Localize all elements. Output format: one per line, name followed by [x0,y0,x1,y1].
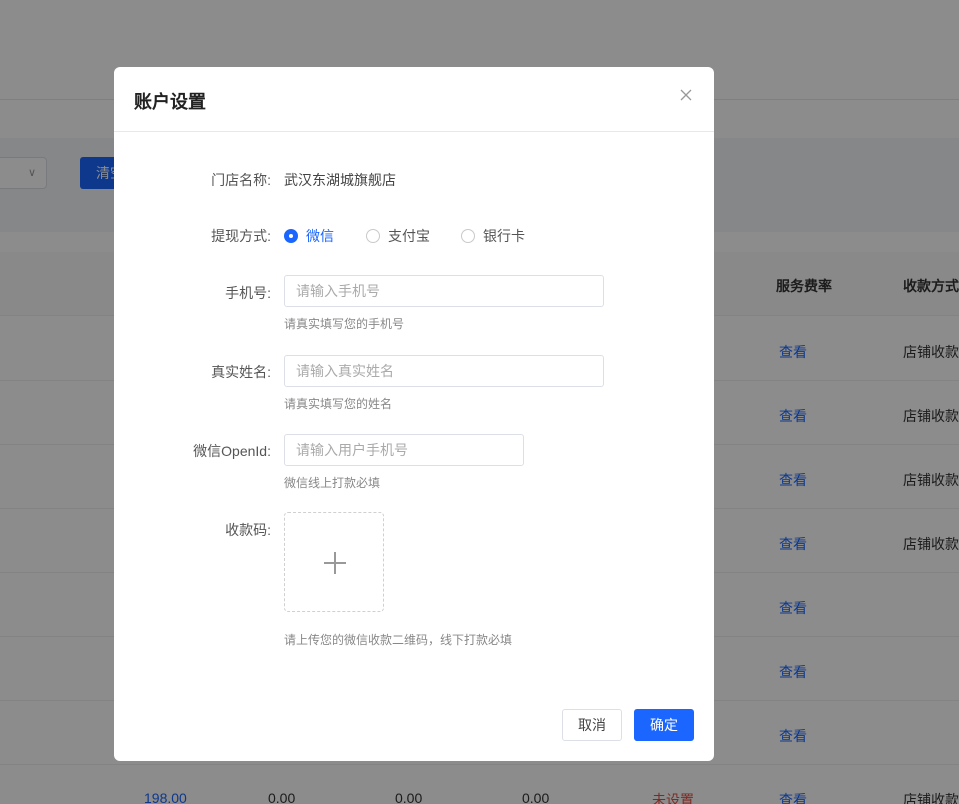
openid-hint: 微信线上打款必填 [284,476,381,490]
openid-label: 微信OpenId: [193,443,271,459]
radio-label: 微信 [306,228,334,244]
realname-input[interactable] [284,355,604,387]
store-name-label: 门店名称: [211,172,271,188]
cancel-button[interactable]: 取消 [562,709,622,741]
radio-alipay[interactable]: 支付宝 [366,226,430,246]
openid-input[interactable] [284,434,524,466]
confirm-button[interactable]: 确定 [634,709,694,741]
qrcode-upload[interactable] [284,512,384,612]
withdraw-method-label: 提现方式: [211,228,271,244]
close-icon[interactable] [678,87,694,103]
realname-label: 真实姓名: [211,364,271,380]
radio-label: 银行卡 [483,228,525,244]
radio-dot [461,229,475,243]
radio-bank-card[interactable]: 银行卡 [461,226,525,246]
radio-label: 支付宝 [388,228,430,244]
qrcode-label: 收款码: [225,522,271,538]
radio-dot [366,229,380,243]
phone-label: 手机号: [225,285,271,301]
qrcode-hint: 请上传您的微信收款二维码，线下打款必填 [284,633,513,647]
account-settings-dialog: 账户设置 门店名称: 武汉东湖城旗舰店 提现方式: 微信 支付宝 银行卡 手机号… [114,67,714,761]
phone-input[interactable] [284,275,604,307]
store-name-value: 武汉东湖城旗舰店 [284,172,396,188]
phone-hint: 请真实填写您的手机号 [284,317,405,331]
dialog-header: 账户设置 [114,67,714,132]
dialog-title: 账户设置 [134,92,206,112]
realname-hint: 请真实填写您的姓名 [284,397,393,411]
radio-dot [284,229,298,243]
radio-wechat[interactable]: 微信 [284,226,334,246]
